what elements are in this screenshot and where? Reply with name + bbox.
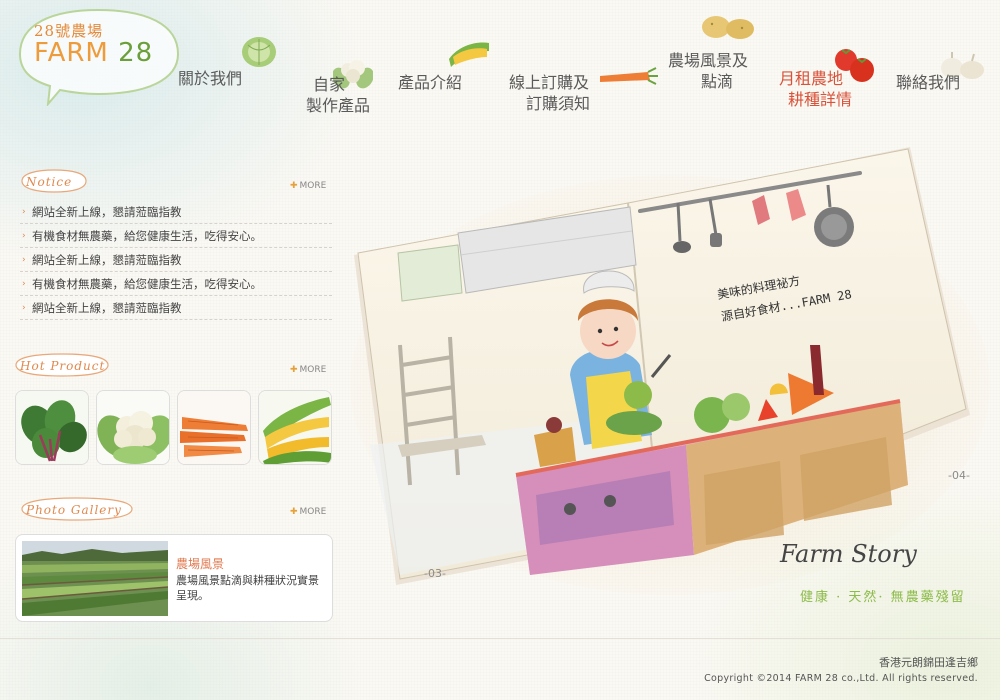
nav-item-label: 耕種詳情 xyxy=(788,90,853,109)
gallery-card-description: 農場風景點滴與耕種狀況實景呈現。 xyxy=(176,574,319,602)
spinach-image xyxy=(16,391,88,464)
notice-item[interactable]: › 網站全新上線，懇請蒞臨指教 xyxy=(20,200,332,224)
page-number-right: -04- xyxy=(948,469,970,482)
hot-product-list xyxy=(15,390,333,466)
logo-number: 28 xyxy=(118,38,154,68)
photo-gallery-tag: Photo Gallery xyxy=(21,497,133,521)
nav-item-label: 線上訂購及 xyxy=(509,73,590,92)
hot-product-more-link[interactable]: ✚ MORE xyxy=(290,365,326,375)
logo-english-text: FARM 28 xyxy=(34,38,153,68)
bullet-arrow-icon: › xyxy=(22,231,26,241)
nav-item-3[interactable]: 產品介紹 xyxy=(398,72,462,93)
bullet-arrow-icon: › xyxy=(22,255,26,265)
footer-address: 香港元朗錦田逢吉鄉 xyxy=(879,656,978,669)
product-carrot[interactable] xyxy=(177,390,251,465)
carrot-icon xyxy=(598,66,658,92)
plus-icon: ✚ xyxy=(290,365,298,375)
hot-product-title: Hot Product xyxy=(20,359,106,373)
notice-item[interactable]: › 有機食材無農藥，給您健康生活，吃得安心。 xyxy=(20,272,332,296)
logo[interactable]: 28號農場 FARM 28 xyxy=(12,6,184,106)
cauliflower-image xyxy=(97,391,169,464)
notice-list: › 網站全新上線，懇請蒞臨指教 › 有機食材無農藥，給您健康生活，吃得安心。 › 網站全新… xyxy=(20,200,332,320)
bullet-arrow-icon: › xyxy=(22,279,26,289)
notice-item[interactable]: › 網站全新上線，懇請蒞臨指教 xyxy=(20,248,332,272)
carrot-image xyxy=(178,391,250,464)
product-corn[interactable] xyxy=(258,390,332,465)
farm-field-image xyxy=(22,541,168,616)
farm-story-subtitle: 健康 · 天然· 無農藥殘留 xyxy=(800,590,966,605)
product-cauliflower[interactable] xyxy=(96,390,170,465)
nav-item-label: 農場風景及 xyxy=(668,51,749,70)
notice-item[interactable]: › 網站全新上線，懇請蒞臨指教 xyxy=(20,296,332,320)
nav-item-2[interactable]: 自家製作產品 xyxy=(288,74,370,116)
notice-item-text: 有機食材無農藥，給您健康生活，吃得安心。 xyxy=(32,277,262,291)
nav-item-label: 點滴 xyxy=(701,72,734,91)
plus-icon: ✚ xyxy=(290,507,298,517)
footer-divider xyxy=(0,638,1000,639)
footer-copyright: Copyright ©2014 FARM 28 co.,Ltd. All rig… xyxy=(704,673,978,684)
nav-item-label: 關於我們 xyxy=(178,69,243,88)
gallery-card[interactable]: 農場風景 農場風景點滴與耕種狀況實景呈現。 xyxy=(15,534,333,622)
nav-item-label: 月租農地 xyxy=(779,69,844,88)
notice-more-link[interactable]: ✚ MORE xyxy=(290,181,326,191)
nav-item-6[interactable]: 月租農地耕種詳情 xyxy=(770,68,852,110)
notice-item-text: 有機食材無農藥，給您健康生活，吃得安心。 xyxy=(32,229,262,243)
notice-item-text: 網站全新上線，懇請蒞臨指教 xyxy=(32,253,182,267)
nav-item-1[interactable]: 關於我們 xyxy=(178,68,242,89)
nav-item-label: 製作產品 xyxy=(306,96,371,115)
notice-title: Notice xyxy=(26,175,73,189)
bullet-arrow-icon: › xyxy=(22,303,26,313)
nav-item-7[interactable]: 聯絡我們 xyxy=(896,72,960,93)
cabbage-icon xyxy=(240,35,278,73)
hot-product-tag: Hot Product xyxy=(15,353,109,377)
nav-item-label: 聯絡我們 xyxy=(896,73,961,92)
logo-farm-word: FARM xyxy=(34,38,109,68)
bullet-arrow-icon: › xyxy=(22,207,26,217)
product-spinach[interactable] xyxy=(15,390,89,465)
gallery-thumbnail xyxy=(22,541,168,616)
notice-more-label: MORE xyxy=(299,181,327,191)
notice-item-text: 網站全新上線，懇請蒞臨指教 xyxy=(32,301,182,315)
farm-story-illustration[interactable]: -03- -04- 美味的料理祕方 源自好食材...FARM 28 xyxy=(340,145,990,605)
gallery-more-link[interactable]: ✚ MORE xyxy=(290,507,326,517)
nav-item-4[interactable]: 線上訂購及訂購須知 xyxy=(508,72,590,114)
nav-item-label: 產品介紹 xyxy=(398,73,463,92)
photo-gallery-title: Photo Gallery xyxy=(26,503,122,517)
gallery-more-label: MORE xyxy=(299,507,327,517)
notice-item-text: 網站全新上線，懇請蒞臨指教 xyxy=(32,205,182,219)
notice-tag: Notice xyxy=(21,169,87,193)
gallery-card-title: 農場風景 xyxy=(176,557,225,571)
nav-item-5[interactable]: 農場風景及點滴 xyxy=(668,50,748,92)
nav-item-label: 訂購須知 xyxy=(526,94,591,113)
plus-icon: ✚ xyxy=(290,181,298,191)
page-number-left: -03- xyxy=(424,567,446,580)
corn-image xyxy=(259,391,331,464)
hot-product-more-label: MORE xyxy=(299,365,327,375)
notice-item[interactable]: › 有機食材無農藥，給您健康生活，吃得安心。 xyxy=(20,224,332,248)
corn-icon xyxy=(447,37,491,75)
potato-icon xyxy=(700,14,756,44)
nav-item-label: 自家 xyxy=(313,75,346,94)
farm-story-title: Farm Story xyxy=(780,540,917,568)
